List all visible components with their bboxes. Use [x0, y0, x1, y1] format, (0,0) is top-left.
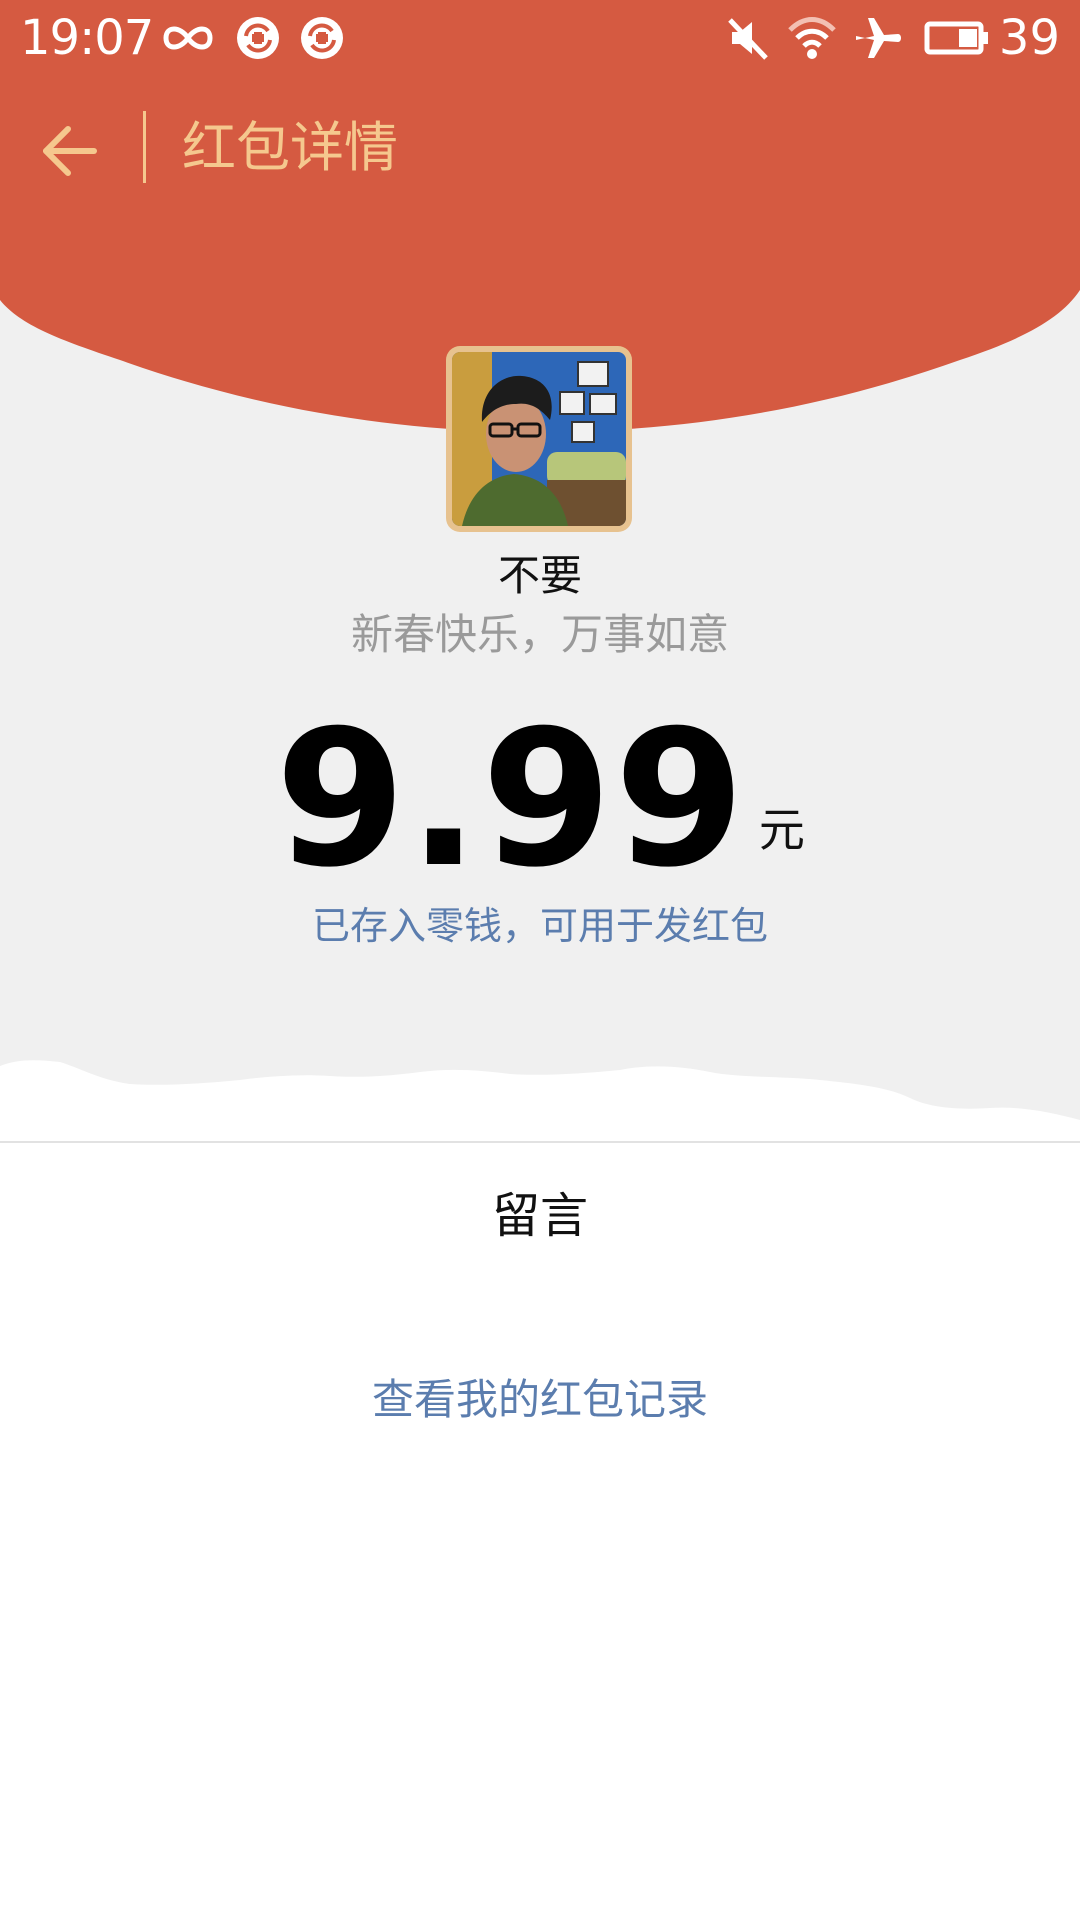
mute-icon — [728, 18, 768, 60]
amount-value: 9.99 — [275, 690, 747, 909]
avatar-photo — [452, 352, 626, 526]
sender-name: 不要 — [497, 551, 582, 600]
amount-row: 9.99 元 — [0, 700, 1080, 900]
sync-icon — [301, 17, 343, 59]
deposit-note-link[interactable]: 已存入零钱，可用于发红包 — [0, 900, 1080, 952]
torn-edge-divider — [0, 1060, 1080, 1140]
airplane-icon — [856, 18, 901, 58]
sync-icon — [237, 17, 279, 59]
battery-icon — [924, 21, 988, 55]
amount-unit: 元 — [758, 803, 805, 857]
status-bar: 19:07 39 — [0, 0, 1080, 76]
back-button[interactable] — [30, 111, 110, 191]
infinity-icon — [163, 26, 213, 50]
arrow-left-icon — [43, 126, 97, 176]
toolbar-divider — [143, 111, 146, 183]
view-records-link[interactable]: 查看我的红包记录 — [0, 1370, 1080, 1430]
page-title: 红包详情 — [182, 116, 398, 179]
section-divider — [0, 1141, 1080, 1143]
greeting-message: 新春快乐，万事如意 — [350, 610, 729, 659]
message-section — [0, 1138, 1080, 1920]
toolbar: 红包详情 — [0, 76, 1080, 216]
sender-avatar[interactable] — [446, 346, 632, 532]
wifi-icon — [788, 17, 836, 59]
message-label: 留言 — [491, 1188, 588, 1244]
status-time: 19:07 — [20, 10, 154, 66]
battery-level: 39 — [998, 10, 1060, 66]
